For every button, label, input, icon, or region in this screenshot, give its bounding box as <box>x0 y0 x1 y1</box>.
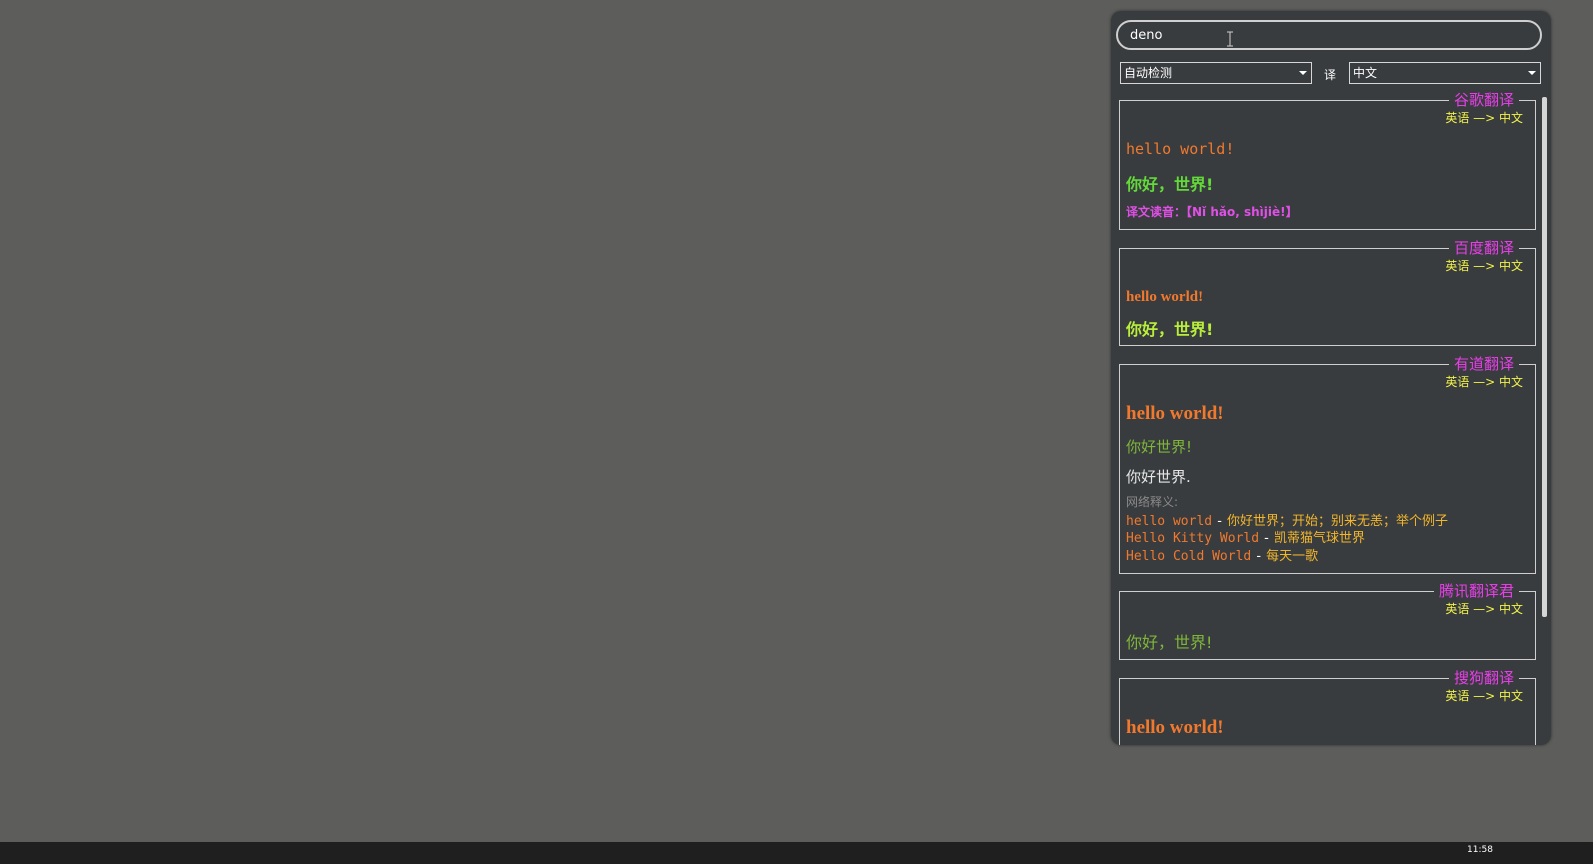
web-definition-label: 网络释义: <box>1126 495 1179 509</box>
engine-title: 谷歌翻译 <box>1448 90 1519 110</box>
language-direction: 英语 —> 中文 <box>1445 602 1523 616</box>
translation-text: 你好，世界! <box>1126 175 1214 194</box>
web-definition-entry: Hello Cold World - 每天一歌 <box>1126 545 1318 564</box>
translator-panel: 自动检测 译 中文 谷歌翻译 英语 —> 中文 hello world! 你好，… <box>1111 11 1551 745</box>
target-language-value: 中文 <box>1353 66 1378 80</box>
separator-dash: - <box>1264 531 1269 546</box>
web-definition-value: 凯蒂猫气球世界 <box>1273 531 1365 546</box>
translation-text: 你好世界! <box>1126 438 1193 456</box>
source-text: hello world! <box>1126 140 1235 158</box>
translation-text: 你好，世界! <box>1126 633 1213 652</box>
engine-title: 有道翻译 <box>1448 354 1519 374</box>
separator-dash: - <box>1256 549 1262 564</box>
web-definition-entry: Hello Kitty World - 凯蒂猫气球世界 <box>1126 527 1365 546</box>
chevron-down-icon <box>1528 71 1536 75</box>
translate-label: 译 <box>1324 68 1337 82</box>
engine-title: 百度翻译 <box>1448 238 1519 258</box>
result-card-youdao: 有道翻译 英语 —> 中文 hello world! 你好世界! 你好世界. 网… <box>1119 354 1536 574</box>
source-language-select[interactable]: 自动检测 <box>1120 62 1312 84</box>
web-definition-value: 每天一歌 <box>1266 549 1319 564</box>
result-card-sogou: 搜狗翻译 英语 —> 中文 hello world! <box>1119 668 1536 745</box>
engine-title: 搜狗翻译 <box>1448 668 1519 688</box>
source-text: hello world! <box>1126 403 1224 424</box>
results-scrollbar[interactable] <box>1542 97 1547 617</box>
result-card-tencent: 腾讯翻译君 英语 —> 中文 你好，世界! <box>1119 581 1536 660</box>
result-card-google: 谷歌翻译 英语 —> 中文 hello world! 你好，世界! 译文读音：【… <box>1119 90 1536 230</box>
taskbar <box>0 842 1593 864</box>
chevron-down-icon <box>1299 71 1307 75</box>
language-direction: 英语 —> 中文 <box>1445 689 1523 703</box>
web-definition-key: Hello Kitty World <box>1126 531 1260 546</box>
source-text: hello world! <box>1126 717 1224 738</box>
result-card-baidu: 百度翻译 英语 —> 中文 hello world! 你好，世界! <box>1119 238 1536 346</box>
translation-alt-text: 你好世界. <box>1126 468 1191 486</box>
language-direction: 英语 —> 中文 <box>1445 375 1523 389</box>
search-input[interactable] <box>1130 22 1520 48</box>
pronunciation-text: 译文读音：【Nǐ hǎo, shìjiè!】 <box>1126 205 1298 219</box>
search-box[interactable] <box>1116 20 1542 50</box>
source-text: hello world! <box>1126 289 1204 305</box>
taskbar-clock[interactable]: 11:58 <box>1467 845 1493 855</box>
web-definition-key: Hello Cold World <box>1126 549 1252 564</box>
source-language-value: 自动检测 <box>1124 66 1173 80</box>
engine-title: 腾讯翻译君 <box>1433 581 1519 601</box>
language-direction: 英语 —> 中文 <box>1445 111 1523 125</box>
text-cursor-icon <box>1225 31 1235 47</box>
language-direction: 英语 —> 中文 <box>1445 259 1523 273</box>
translation-text: 你好，世界! <box>1126 320 1214 339</box>
target-language-select[interactable]: 中文 <box>1349 62 1541 84</box>
